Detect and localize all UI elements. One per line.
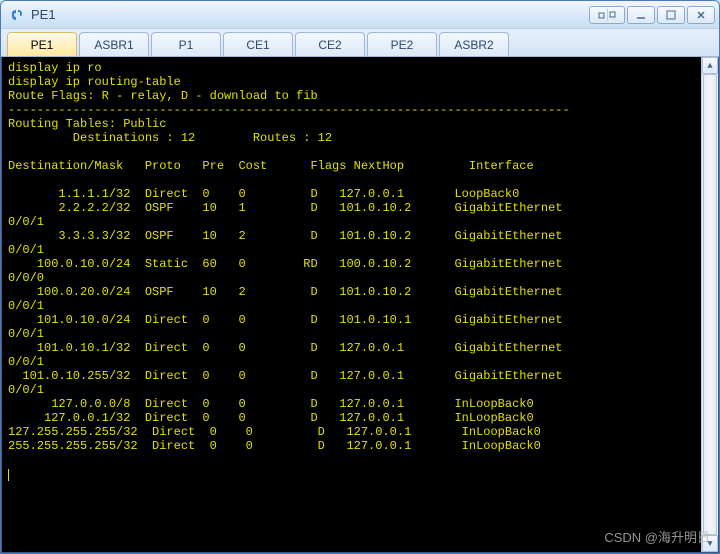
scroll-track[interactable] (702, 74, 718, 535)
close-icon[interactable] (687, 6, 715, 24)
tab-pe1[interactable]: PE1 (7, 32, 77, 56)
maximize-icon[interactable] (657, 6, 685, 24)
app-icon (9, 7, 25, 23)
scrollbar[interactable]: ▲ ▼ (701, 57, 718, 552)
tab-pe2[interactable]: PE2 (367, 32, 437, 56)
titlebar: PE1 (1, 1, 719, 29)
window-controls (589, 6, 715, 24)
tab-asbr2[interactable]: ASBR2 (439, 32, 509, 56)
tab-p1[interactable]: P1 (151, 32, 221, 56)
app-window: PE1 PE1ASBR1P1CE1CE2PE2ASBR2 display ip … (0, 0, 720, 554)
terminal[interactable]: display ip ro display ip routing-table R… (1, 57, 719, 553)
watermark: CSDN @海升明日 (604, 527, 710, 546)
window-title: PE1 (29, 7, 589, 22)
tab-asbr1[interactable]: ASBR1 (79, 32, 149, 56)
scroll-thumb[interactable] (703, 74, 717, 535)
scroll-up-icon[interactable]: ▲ (702, 57, 718, 74)
tab-bar: PE1ASBR1P1CE1CE2PE2ASBR2 (1, 29, 719, 57)
restore-icon[interactable] (589, 6, 625, 24)
minimize-icon[interactable] (627, 6, 655, 24)
tab-ce2[interactable]: CE2 (295, 32, 365, 56)
tab-ce1[interactable]: CE1 (223, 32, 293, 56)
